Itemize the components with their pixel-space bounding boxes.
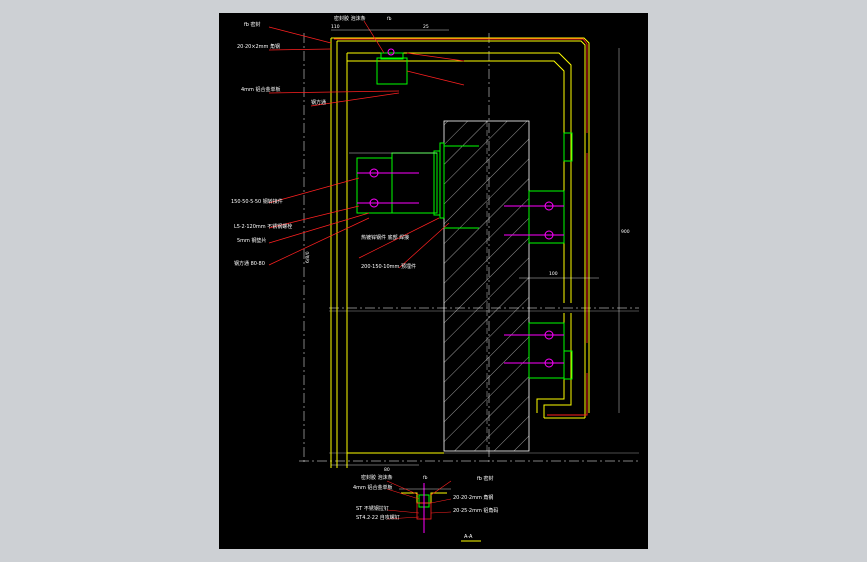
dim-fb-bottom: fb xyxy=(423,475,428,481)
label-aluminum-panel: 4mm 铝合金单板 xyxy=(241,86,281,93)
dim-80: 80 xyxy=(384,467,390,473)
label-aluminum-panel-bottom: 4mm 铝合金单板 xyxy=(353,484,393,491)
concrete-wall xyxy=(443,120,530,452)
label-steel-adapter: 150·50·5·50 钢转接件 xyxy=(231,198,283,205)
cad-drawing-area: fb 密封 20·20×2mm 角钢 4mm 铝合金单板 钢方通 150·50·… xyxy=(219,13,648,549)
section-drawing: fb 密封 20·20×2mm 角钢 4mm 铝合金单板 钢方通 150·50·… xyxy=(231,15,639,542)
label-steel-tube: 钢方通 xyxy=(311,99,326,106)
dim-left-span: 6/8/0 xyxy=(305,251,311,263)
label-steel-tube-80: 钢方通 80·80 xyxy=(234,260,265,267)
label-sealant-foam-bottom: 密封胶 泡沫条 xyxy=(361,474,393,481)
dim-100: 100 xyxy=(549,271,558,277)
section-title: A-A xyxy=(464,534,473,540)
label-angle-steel-bottom: 20·20·2mm 角钢 xyxy=(453,494,493,501)
label-galvanized-weld: 热镀锌钢件 底部 焊接 xyxy=(361,234,409,241)
label-aluminum-angle: 20·25·2mm 铝角码 xyxy=(453,507,498,514)
label-embedded-plate: 200·150·10mm 预埋件 xyxy=(361,263,416,270)
dim-110: 110 xyxy=(331,24,340,30)
dim-900: 900 xyxy=(621,229,630,235)
label-fb-seal: fb 密封 xyxy=(244,21,261,28)
label-rivet: ST 不锈钢拉钉 xyxy=(356,505,389,512)
joint-detail xyxy=(386,480,452,533)
label-angle-steel: 20·20×2mm 角钢 xyxy=(237,43,280,50)
label-steel-shim: 5mm 钢垫片 xyxy=(237,237,267,244)
label-sealant-foam-top: 密封胶 泡沫条 xyxy=(334,15,366,22)
label-stainless-bolt: L5·2·120mm 不锈钢螺栓 xyxy=(234,223,292,230)
leader-lines xyxy=(268,20,465,269)
label-fb-seal-bottom: fb 密封 xyxy=(477,475,494,482)
label-self-tapping-screw: ST4.2·22 自攻螺钉 xyxy=(356,514,400,521)
dim-fb-top: fb xyxy=(387,16,392,22)
dim-25: 25 xyxy=(423,24,429,30)
